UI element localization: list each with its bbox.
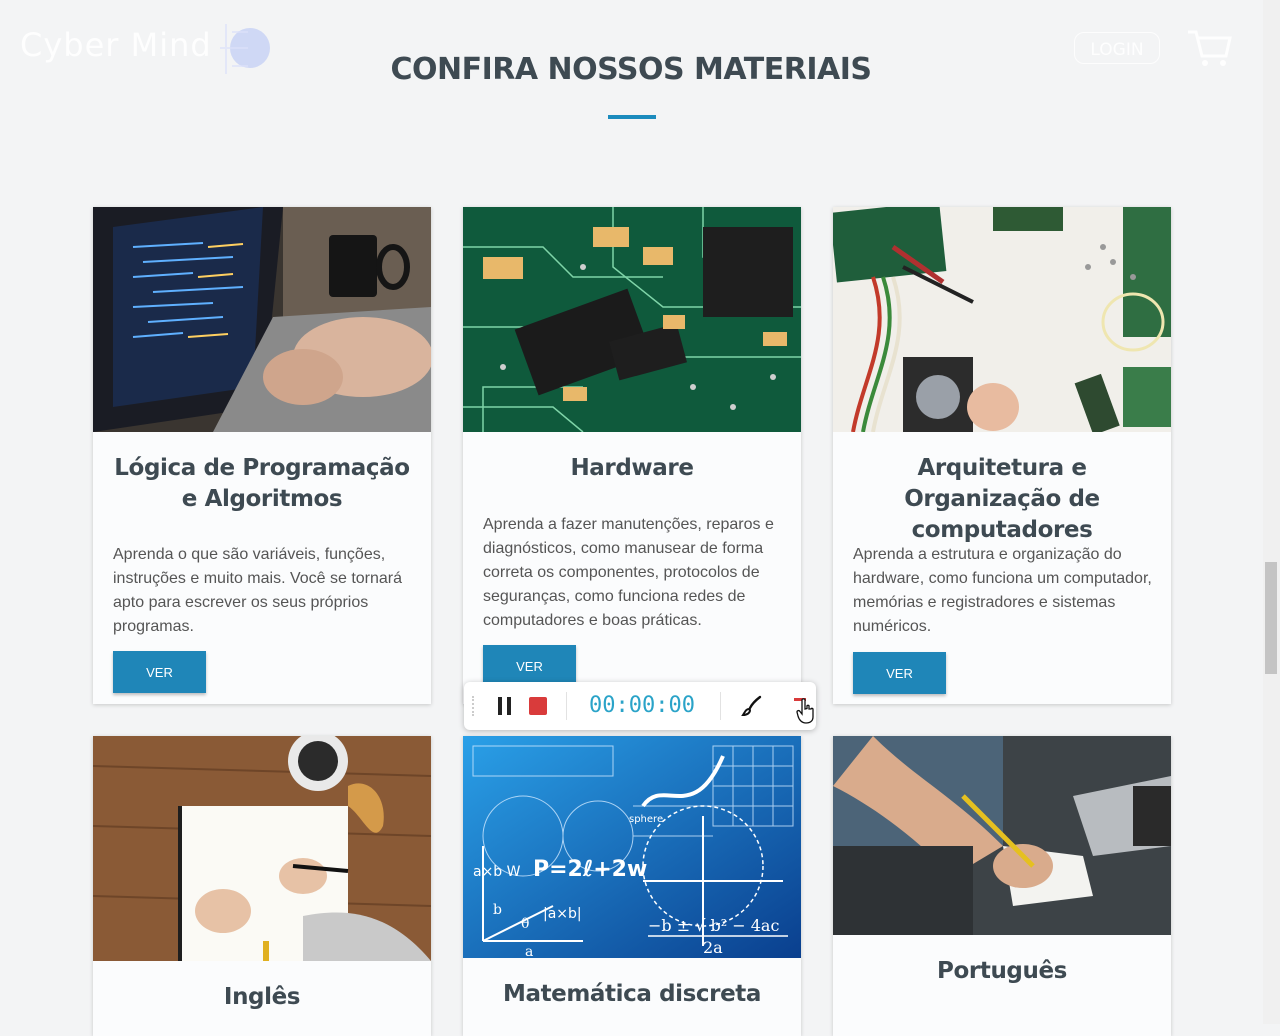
card-ingles: Inglês: [93, 736, 431, 1036]
math-formula-quadratic: −b ± √ b² − 4ac: [648, 916, 779, 935]
section-title: CONFIRA NOSSOS MATERIAIS: [390, 52, 872, 87]
toolbar-divider: [566, 692, 567, 720]
screen-recorder-toolbar: 00:00:00: [464, 682, 816, 730]
math-label-sphere: sphere: [629, 814, 663, 825]
math-label-a: a: [525, 944, 533, 958]
card-arquitetura: Arquitetura e Organização de computadore…: [833, 207, 1171, 704]
math-formula-perimeter: P=2ℓ+2w: [533, 857, 647, 882]
card-image-notebook-writing: [93, 736, 431, 961]
math-label-b: b: [493, 902, 502, 918]
card-title: Arquitetura e Organização de computadore…: [904, 455, 1100, 543]
toolbar-divider: [720, 692, 721, 720]
math-label-theta: θ: [521, 916, 529, 932]
ver-button[interactable]: VER: [483, 645, 576, 687]
math-formula-denominator: 2a: [703, 938, 723, 957]
card-image-circuit-board: [463, 207, 801, 432]
hand-pointer-cursor-icon: [796, 698, 814, 724]
card-description: Aprenda a estrutura e organização do har…: [853, 546, 1152, 635]
brush-icon[interactable]: [740, 694, 764, 718]
stop-record-icon[interactable]: [529, 697, 547, 715]
recording-timer: 00:00:00: [589, 693, 695, 718]
card-matematica: P=2ℓ+2w sphere |a×b| a×b W b θ a −b ± √ …: [463, 736, 801, 1036]
card-portugues: Português: [833, 736, 1171, 1036]
math-label-w: a×b W: [473, 864, 521, 880]
card-title: Inglês: [223, 984, 301, 1010]
math-label-cross: |a×b|: [543, 906, 582, 922]
vertical-scrollbar[interactable]: [1263, 0, 1280, 1024]
card-description: Aprenda a fazer manutenções, reparos e d…: [483, 516, 774, 629]
card-title: Português: [937, 958, 1067, 984]
card-image-laptop-coding: [93, 207, 431, 432]
card-description: Aprenda o que são variáveis, funções, in…: [113, 546, 403, 635]
card-title: Hardware: [570, 455, 694, 481]
card-image-writing-desk: [833, 736, 1171, 935]
card-image-computer-parts: [833, 207, 1171, 432]
ver-button[interactable]: VER: [113, 651, 206, 693]
card-logica-programacao: Lógica de Programação e Algoritmos Apren…: [93, 207, 431, 704]
card-image-math-formulas: P=2ℓ+2w sphere |a×b| a×b W b θ a −b ± √ …: [463, 736, 801, 958]
drag-handle-icon[interactable]: [472, 696, 478, 716]
card-title: Matemática discreta: [502, 981, 762, 1007]
title-underline: [608, 115, 656, 119]
ver-button[interactable]: VER: [853, 652, 946, 694]
scrollbar-thumb[interactable]: [1265, 562, 1277, 674]
card-title: Lógica de Programação e Algoritmos: [114, 455, 410, 512]
card-hardware: Hardware Aprenda a fazer manutenções, re…: [463, 207, 801, 704]
pause-icon[interactable]: [498, 697, 512, 715]
